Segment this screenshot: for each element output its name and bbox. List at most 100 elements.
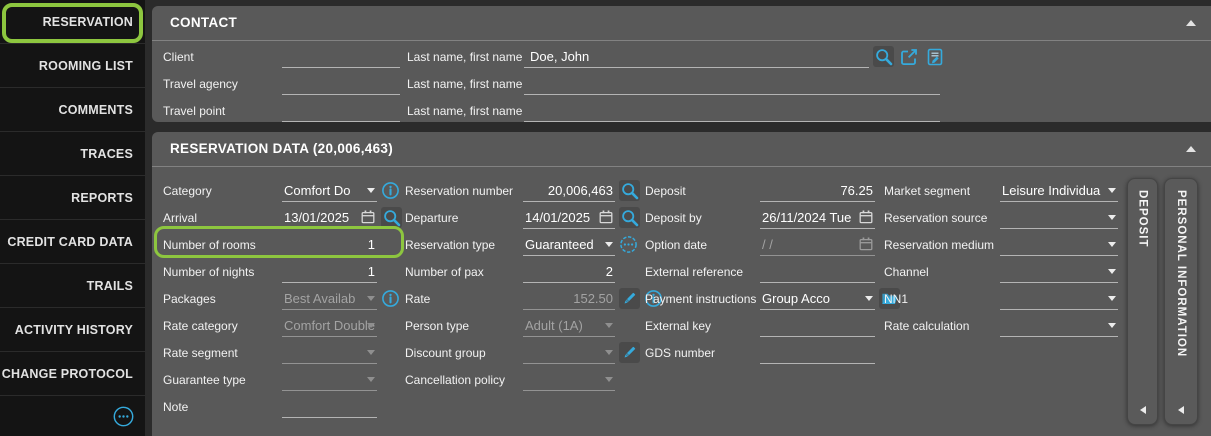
- field-channel-dropdown[interactable]: [1000, 261, 1118, 283]
- field-market-segment-dropdown[interactable]: Leisure Individua: [1000, 180, 1118, 202]
- field-row-reservation-medium: Reservation medium: [884, 231, 1118, 258]
- field-label: Discount group: [405, 346, 523, 360]
- field-row-arrival: Arrival13/01/2025: [163, 204, 402, 231]
- expand-left-icon: [1140, 406, 1146, 414]
- edit-pencil-icon[interactable]: [619, 342, 640, 363]
- field-deposit-input[interactable]: 76.25: [760, 180, 875, 202]
- field-reservation-medium-dropdown[interactable]: [1000, 234, 1118, 256]
- field-discount-group-dropdown: [523, 342, 615, 364]
- contact-row-client: ClientLast name, first nameDoe, John: [152, 43, 1211, 70]
- field-departure-input[interactable]: 14/01/2025: [523, 207, 615, 229]
- travel-agency-code-input[interactable]: [282, 73, 400, 95]
- sidebar-item-label: CREDIT CARD DATA: [7, 235, 133, 249]
- dropdown-arrow-icon: [367, 296, 375, 301]
- sidebar-item-credit-card-data[interactable]: CREDIT CARD DATA: [0, 220, 145, 264]
- edit-pencil-icon[interactable]: [619, 288, 640, 309]
- search-icon[interactable]: [619, 207, 640, 228]
- field-actions: [619, 342, 640, 363]
- travel-point-name-input[interactable]: [524, 100, 940, 122]
- dropdown-arrow-icon: [605, 350, 613, 355]
- contact-name-value: Doe, John: [524, 49, 869, 64]
- field-number-of-rooms-input[interactable]: 1: [282, 234, 377, 256]
- field-external-key-input[interactable]: [760, 315, 875, 337]
- collapse-up-icon[interactable]: [1186, 20, 1196, 26]
- more-options-icon[interactable]: [619, 235, 638, 254]
- sidebar-item-comments[interactable]: COMMENTS: [0, 88, 145, 132]
- sidebar-more-button[interactable]: [112, 405, 135, 428]
- field-row-payment-instructions: Payment instructionsGroup Acco: [645, 285, 900, 312]
- sidebar-item-change-protocol[interactable]: CHANGE PROTOCOL: [0, 352, 145, 396]
- sidebar-item-label: ACTIVITY HISTORY: [15, 323, 133, 337]
- name-hint-label: Last name, first name: [407, 77, 519, 91]
- contact-panel: CONTACT ClientLast name, first nameDoe, …: [152, 6, 1211, 122]
- search-icon[interactable]: [619, 180, 640, 201]
- field-row-rate: Rate152.50: [405, 285, 663, 312]
- dropdown-arrow-icon: [367, 323, 375, 328]
- field-rate-calculation-dropdown[interactable]: [1000, 315, 1118, 337]
- field-row-deposit: Deposit76.25: [645, 177, 900, 204]
- field-arrival-input[interactable]: 13/01/2025: [282, 207, 377, 229]
- reservation-fields: CategoryComfort DoArrival13/01/2025Numbe…: [152, 173, 1211, 436]
- field-row-packages: PackagesBest Availab: [163, 285, 402, 312]
- field-reservation-source-dropdown[interactable]: [1000, 207, 1118, 229]
- field-label: Rate segment: [163, 346, 282, 360]
- info-icon[interactable]: [381, 181, 400, 200]
- sidebar-item-label: RESERVATION: [43, 15, 133, 29]
- client-code-input[interactable]: [282, 46, 400, 68]
- field-row-note: Note: [163, 393, 402, 420]
- field-gds-number-input[interactable]: [760, 342, 875, 364]
- field-row-rate-category: Rate categoryComfort Double: [163, 312, 402, 339]
- reservation-data-title: RESERVATION DATA (20,006,463): [170, 141, 393, 156]
- field-value: 1: [282, 237, 377, 252]
- sidebar-item-label: TRACES: [80, 147, 133, 161]
- field-label: Arrival: [163, 211, 282, 225]
- field-number-of-nights-input[interactable]: 1: [282, 261, 377, 283]
- sidebar-item-reservation[interactable]: RESERVATION: [0, 0, 145, 44]
- field-deposit-by-input[interactable]: 26/11/2024 Tue: [760, 207, 875, 229]
- field-value: 13/01/2025: [282, 210, 361, 225]
- field-category-dropdown[interactable]: Comfort Do: [282, 180, 377, 202]
- field-payment-instructions-dropdown[interactable]: Group Acco: [760, 288, 875, 310]
- sidebar-item-label: COMMENTS: [58, 103, 133, 117]
- field-nn1-dropdown[interactable]: [1000, 288, 1118, 310]
- reservation-data-panel: RESERVATION DATA (20,006,463) CategoryCo…: [152, 132, 1211, 436]
- field-row-deposit-by: Deposit by26/11/2024 Tue: [645, 204, 900, 231]
- field-row-reservation-type: Reservation typeGuaranteed: [405, 231, 663, 258]
- field-external-reference-input[interactable]: [760, 261, 875, 283]
- field-value: Comfort Double: [282, 318, 377, 333]
- client-name-input[interactable]: Doe, John: [524, 46, 869, 68]
- sidebar-item-activity-history[interactable]: ACTIVITY HISTORY: [0, 308, 145, 352]
- calendar-icon[interactable]: [361, 210, 375, 224]
- info-icon[interactable]: [381, 289, 400, 308]
- field-label: Deposit by: [645, 211, 760, 225]
- field-reservation-number-input[interactable]: 20,006,463: [523, 180, 615, 202]
- calendar-icon: [859, 237, 873, 251]
- side-panel-personal-information[interactable]: PERSONAL INFORMATION: [1164, 178, 1198, 425]
- field-note-input[interactable]: [282, 396, 377, 418]
- collapse-up-icon[interactable]: [1186, 146, 1196, 152]
- dropdown-arrow-icon: [367, 188, 375, 193]
- field-actions: [619, 235, 638, 254]
- registration-card-icon[interactable]: [924, 46, 946, 68]
- search-icon[interactable]: [873, 46, 894, 67]
- sidebar-item-traces[interactable]: TRACES: [0, 132, 145, 176]
- sidebar-item-reports[interactable]: REPORTS: [0, 176, 145, 220]
- search-icon[interactable]: [381, 207, 402, 228]
- side-panel-deposit[interactable]: DEPOSIT: [1127, 178, 1158, 425]
- travel-agency-name-input[interactable]: [524, 73, 940, 95]
- travel-point-code-input[interactable]: [282, 100, 400, 122]
- calendar-icon[interactable]: [599, 210, 613, 224]
- field-reservation-type-dropdown[interactable]: Guaranteed: [523, 234, 615, 256]
- field-row-number-of-pax: Number of pax2: [405, 258, 663, 285]
- field-number-of-pax-input[interactable]: 2: [523, 261, 615, 283]
- sidebar-footer: [0, 396, 145, 436]
- sidebar-item-rooming-list[interactable]: ROOMING LIST: [0, 44, 145, 88]
- dropdown-arrow-icon: [605, 377, 613, 382]
- open-record-icon[interactable]: [898, 46, 920, 68]
- calendar-icon[interactable]: [859, 210, 873, 224]
- field-value: Comfort Do: [282, 183, 377, 198]
- sidebar-item-trails[interactable]: TRAILS: [0, 264, 145, 308]
- field-row-market-segment: Market segmentLeisure Individua: [884, 177, 1118, 204]
- field-row-cancellation-policy: Cancellation policy: [405, 366, 663, 393]
- field-row-external-key: External key: [645, 312, 900, 339]
